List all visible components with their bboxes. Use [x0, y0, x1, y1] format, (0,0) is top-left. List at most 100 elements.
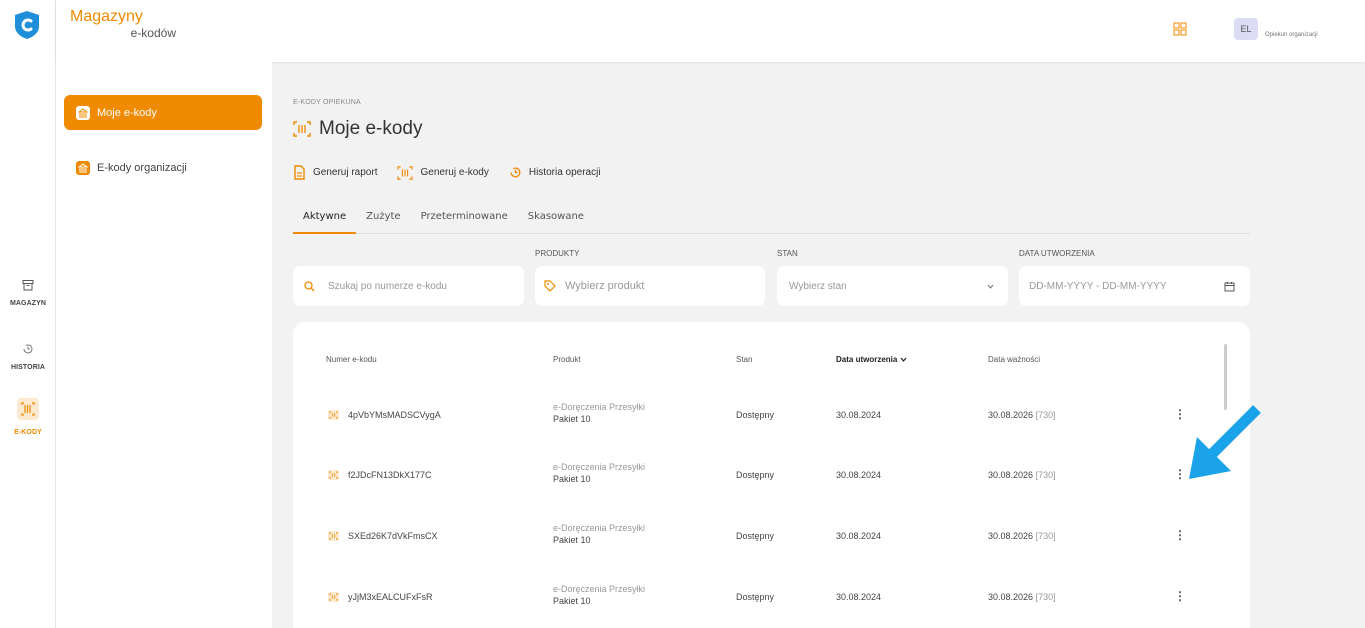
rail-item-magazyn[interactable]: MAGAZYN	[0, 278, 56, 307]
app-title[interactable]: Magazyny e-kodów	[70, 8, 190, 40]
product-placeholder: Wybierz produkt	[565, 280, 645, 292]
state-cell: Dostępny	[736, 410, 775, 420]
state-cell: Dostępny	[736, 531, 775, 541]
state-placeholder: Wybierz stan	[789, 280, 847, 292]
column-header-state[interactable]: Stan	[736, 355, 752, 364]
archive-icon	[22, 280, 34, 291]
app-title-line2: e-kodów	[130, 26, 176, 40]
rail-item-label: E-KODY	[14, 429, 42, 436]
calendar-icon	[1224, 281, 1235, 291]
ecode-cell: f2JDcFN13DkX177C	[328, 470, 432, 480]
bank-icon	[76, 160, 90, 175]
tab-skasowane[interactable]: Skasowane	[518, 207, 594, 234]
product-name: e-Doręczenia Przesyłki	[553, 402, 646, 412]
product-name: e-Doręczenia Przesyłki	[553, 523, 646, 533]
created-cell: 30.08.2024	[836, 592, 882, 602]
tab-przeterminowane[interactable]: Przeterminowane	[411, 207, 518, 234]
table-row[interactable]: f2JDcFN13DkX177C e-Doręczenia Przesyłki …	[293, 456, 1250, 496]
column-header-created[interactable]: Data utworzenia	[836, 355, 907, 364]
barcode-icon	[397, 165, 414, 180]
search-icon	[304, 280, 315, 291]
action-label: Generuj e-kody	[420, 167, 489, 178]
action-label: Historia operacji	[528, 167, 601, 178]
tab-zuzyte[interactable]: Zużyte	[356, 207, 410, 234]
history-icon	[23, 344, 33, 354]
column-header-product[interactable]: Produkt	[553, 355, 581, 364]
product-select[interactable]: Wybierz produkt	[535, 266, 765, 306]
barcode-icon	[328, 531, 339, 541]
sidebar-item-ekody-organizacji[interactable]: E-kody organizacji	[64, 150, 262, 185]
days-left: [730]	[1035, 470, 1056, 480]
product-package: Pakiet 10	[553, 535, 591, 545]
expires-date: 30.08.2026	[988, 592, 1034, 602]
action-bar: Generuj raport Generuj e-kody Historia o…	[293, 165, 621, 180]
action-label: Generuj raport	[313, 167, 378, 178]
product-cell: e-Doręczenia Przesyłki Pakiet 10	[553, 462, 645, 484]
row-menu-button[interactable]: ⋮	[1174, 589, 1186, 603]
product-package: Pakiet 10	[553, 474, 591, 484]
table-row[interactable]: SXEd26K7dVkFmsCX e-Doręczenia Przesyłki …	[293, 517, 1250, 557]
rail-item-historia[interactable]: HISTORIA	[0, 342, 56, 371]
app-logo-icon[interactable]	[13, 10, 41, 40]
row-menu-button[interactable]: ⋮	[1174, 528, 1186, 542]
annotation-arrow-icon	[1189, 405, 1261, 479]
rail-item-label: MAGAZYN	[9, 300, 47, 307]
table-row[interactable]: yJjM3xEALCUFxFsR e-Doręczenia Przesyłki …	[293, 578, 1250, 618]
product-name: e-Doręczenia Przesyłki	[553, 584, 646, 594]
user-avatar[interactable]: EL	[1234, 18, 1258, 40]
rail-item-ekody[interactable]: E-KODY	[0, 398, 56, 436]
main-content: E-KODY OPIEKUNA Moje e-kody Generuj rapo…	[272, 62, 1365, 628]
ecode-number: 4pVbYMsMADSCVygA	[348, 410, 441, 420]
search-placeholder: Szukaj po numerze e-kodu	[328, 280, 447, 292]
ecodes-table: Numer e-kodu Produkt Stan Data utworzeni…	[293, 322, 1250, 628]
column-header-expires[interactable]: Data ważności	[988, 355, 1040, 364]
sidebar-item-moje-ekody[interactable]: Moje e-kody	[64, 95, 262, 130]
ecode-cell: SXEd26K7dVkFmsCX	[328, 531, 438, 541]
state-filter-label: STAN	[777, 249, 798, 258]
expires-date: 30.08.2026	[988, 470, 1034, 480]
barcode-icon	[328, 470, 339, 480]
ecode-number: yJjM3xEALCUFxFsR	[348, 592, 433, 602]
page-title: Moje e-kody	[293, 118, 423, 140]
generate-report-button[interactable]: Generuj raport	[293, 165, 377, 180]
report-icon	[294, 165, 305, 180]
sidebar-item-label: E-kody organizacji	[97, 161, 187, 174]
barcode-icon	[328, 592, 339, 602]
days-left: [730]	[1035, 410, 1056, 420]
product-filter-label: PRODUKTY	[535, 249, 580, 258]
user-role: Opiekun organizacji	[1265, 32, 1318, 38]
left-rail: MAGAZYN HISTORIA E-KODY	[0, 0, 56, 628]
expires-cell: 30.08.2026 [730]	[988, 470, 1056, 480]
sidebar-item-label: Moje e-kody	[97, 106, 157, 119]
apps-grid-icon[interactable]	[1173, 22, 1187, 36]
expires-date: 30.08.2026	[988, 410, 1034, 420]
search-input[interactable]: Szukaj po numerze e-kodu	[293, 266, 524, 306]
ecode-cell: 4pVbYMsMADSCVygA	[328, 410, 441, 420]
sort-chevron-down-icon	[900, 357, 907, 362]
history-icon	[510, 167, 521, 178]
days-left: [730]	[1035, 531, 1056, 541]
table-row[interactable]: 4pVbYMsMADSCVygA e-Doręczenia Przesyłki …	[293, 396, 1250, 436]
column-header-created-label: Data utworzenia	[836, 355, 898, 364]
expires-date: 30.08.2026	[988, 531, 1034, 541]
barcode-icon	[17, 398, 39, 420]
created-cell: 30.08.2024	[836, 410, 882, 420]
sidebar: Moje e-kody E-kody organizacji	[56, 62, 272, 628]
generate-ecodes-button[interactable]: Generuj e-kody	[397, 165, 489, 180]
ecode-number: SXEd26K7dVkFmsCX	[348, 531, 438, 541]
column-header-code[interactable]: Numer e-kodu	[326, 355, 377, 364]
page-title-text: Moje e-kody	[319, 118, 423, 139]
product-cell: e-Doręczenia Przesyłki Pakiet 10	[553, 584, 645, 606]
date-placeholder: DD-MM-YYYY - DD-MM-YYYY	[1029, 280, 1167, 292]
top-header: Magazyny e-kodów EL Opiekun organizacji	[56, 0, 1365, 62]
state-cell: Dostępny	[736, 592, 775, 602]
state-select[interactable]: Wybierz stan	[777, 266, 1008, 306]
app-title-line1: Magazyny	[70, 8, 143, 25]
status-tabs: Aktywne Zużyte Przeterminowane Skasowane	[293, 207, 1250, 234]
days-left: [730]	[1035, 592, 1056, 602]
tab-aktywne[interactable]: Aktywne	[293, 207, 357, 234]
operation-history-button[interactable]: Historia operacji	[509, 166, 601, 179]
date-filter-label: DATA UTWORZENIA	[1019, 249, 1095, 258]
date-range-input[interactable]: DD-MM-YYYY - DD-MM-YYYY	[1019, 266, 1250, 306]
expires-cell: 30.08.2026 [730]	[988, 531, 1056, 541]
